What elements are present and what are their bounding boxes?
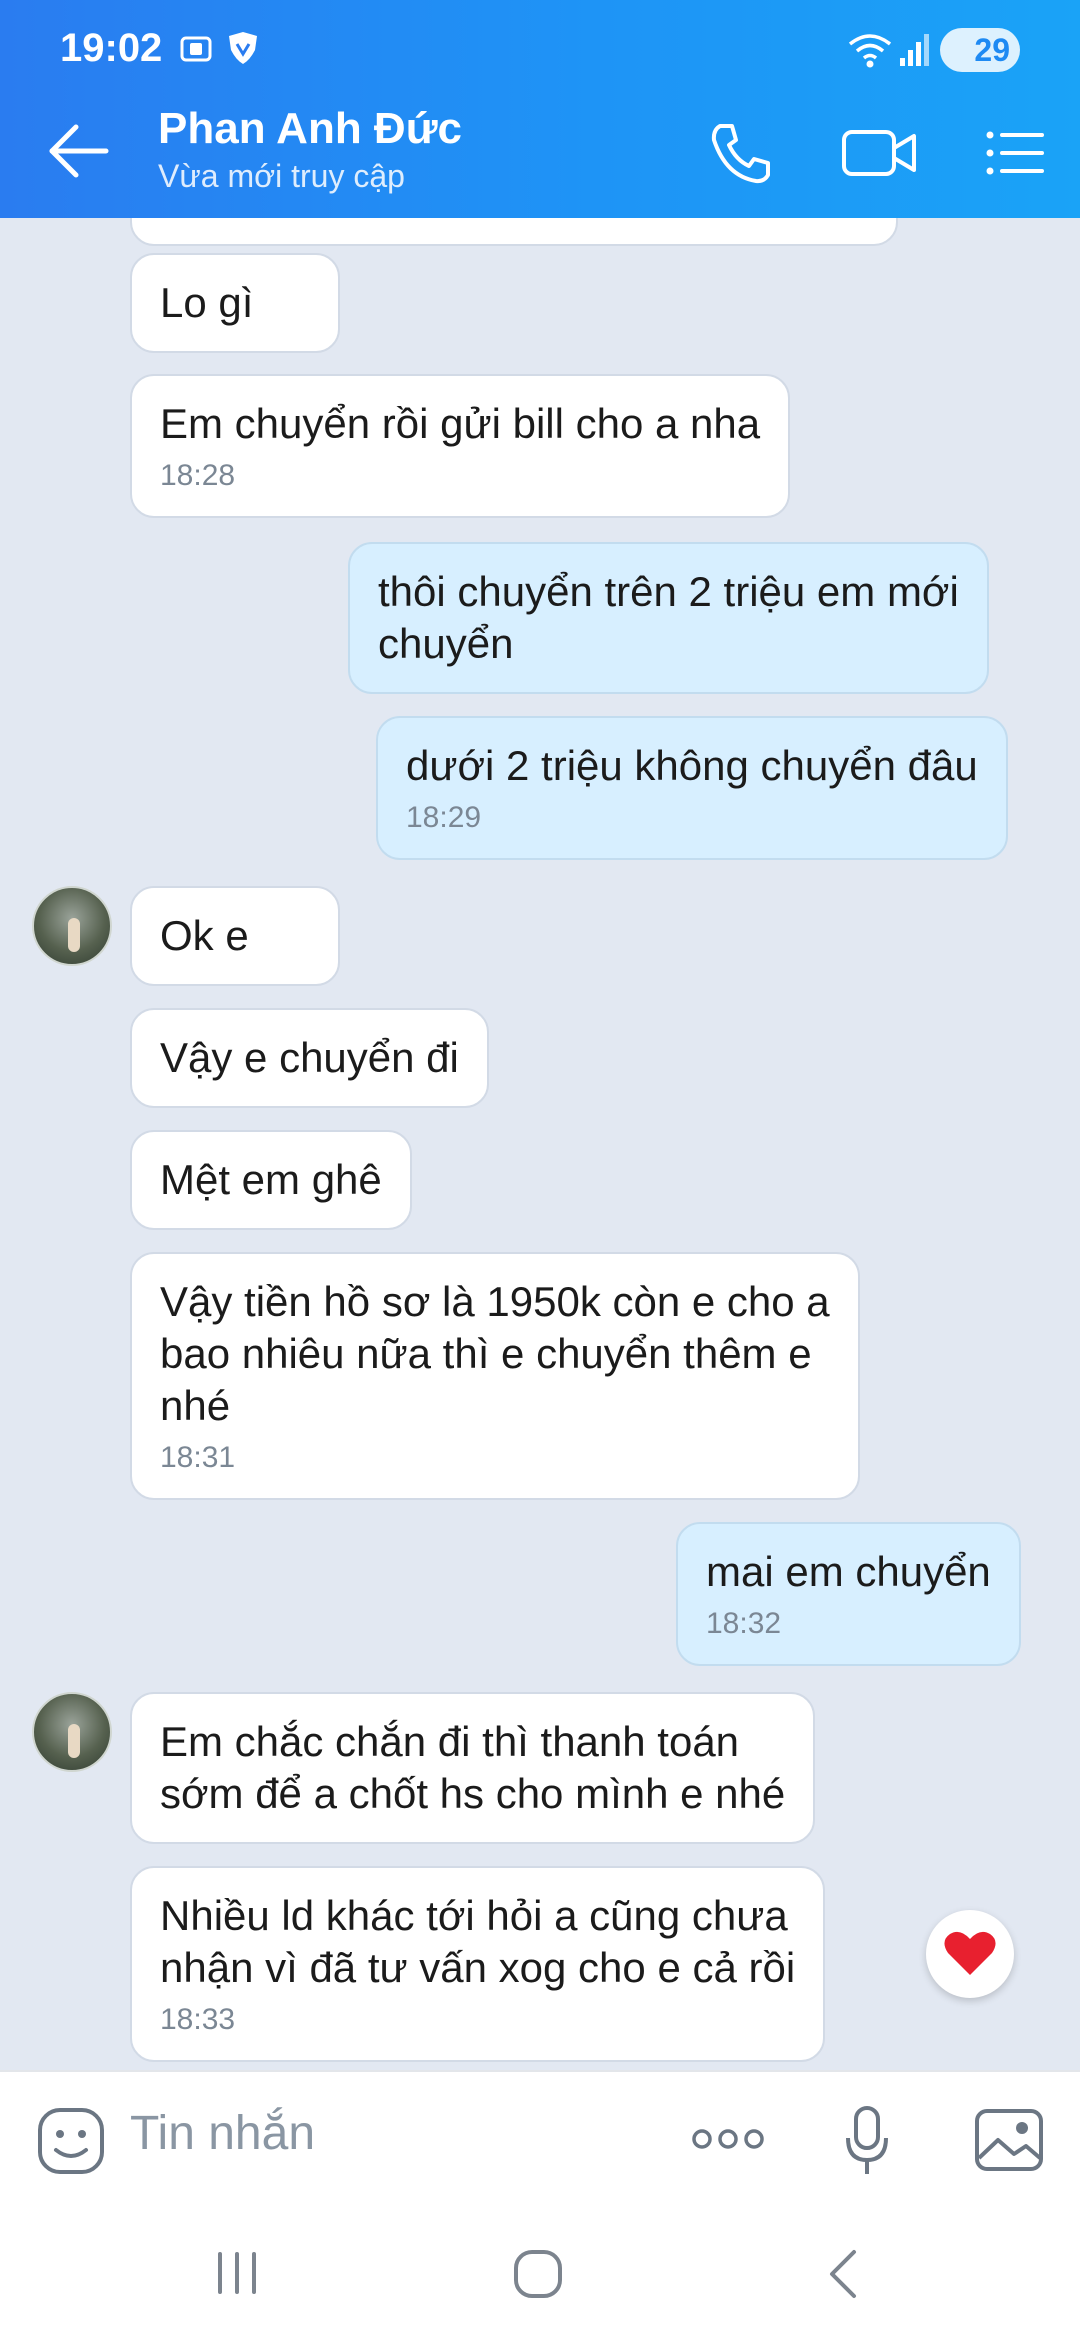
screenshot-icon xyxy=(178,30,214,71)
arrow-left-icon xyxy=(49,124,109,178)
message-list[interactable]: Lo gì Em chuyển rồi gửi bill cho a nha 1… xyxy=(0,218,1080,2070)
phone-icon xyxy=(711,124,770,184)
image-icon xyxy=(975,2109,1043,2171)
home-button[interactable] xyxy=(512,2248,564,2305)
message-bubble-partial[interactable] xyxy=(130,218,898,246)
message-time: 18:29 xyxy=(406,801,482,834)
status-time: 19:02 xyxy=(60,26,163,70)
message-bubble-incoming[interactable]: Vậy tiền hồ sơ là 1950k còn e cho a bao … xyxy=(130,1252,860,1500)
message-time: 18:31 xyxy=(160,1441,236,1474)
video-icon xyxy=(842,130,916,176)
message-input[interactable]: Tin nhắn xyxy=(130,2106,315,2161)
message-text: Vậy e chuyển đi xyxy=(160,1034,459,1081)
back-button[interactable] xyxy=(44,120,114,182)
sticker-button[interactable] xyxy=(36,2106,106,2181)
recent-apps-button[interactable] xyxy=(212,2248,262,2303)
message-bubble-outgoing[interactable]: mai em chuyển 18:32 xyxy=(676,1522,1021,1666)
message-bubble-incoming[interactable]: Em chắc chắn đi thì thanh toán sớm để a … xyxy=(130,1692,816,1844)
message-bubble-incoming[interactable]: Lo gì xyxy=(130,253,340,353)
message-bubble-incoming[interactable]: Nhiều ld khác tới hỏi a cũng chưa nhận v… xyxy=(130,1866,826,2062)
message-text: thôi chuyển trên 2 triệu em mới chuyển xyxy=(378,568,959,667)
message-input-bar: Tin nhắn xyxy=(0,2070,1080,2210)
system-back-button[interactable] xyxy=(822,2248,862,2305)
message-text: Vậy tiền hồ sơ là 1950k còn e cho a bao … xyxy=(160,1278,830,1429)
message-text: mai em chuyển xyxy=(706,1548,991,1595)
message-text: Nhiều ld khác tới hỏi a cũng chưa nhận v… xyxy=(160,1892,796,1991)
message-text: Mệt em ghê xyxy=(160,1156,382,1203)
list-menu-icon xyxy=(986,131,1044,175)
chevron-left-icon xyxy=(830,2250,856,2298)
avatar[interactable] xyxy=(32,1692,112,1772)
more-options-button[interactable] xyxy=(690,2124,766,2159)
message-bubble-incoming[interactable]: Ok e xyxy=(130,886,340,986)
react-heart-button[interactable] xyxy=(926,1910,1014,1998)
gallery-button[interactable] xyxy=(974,2108,1044,2177)
contact-name[interactable]: Phan Anh Đức xyxy=(158,104,462,154)
message-time: 18:33 xyxy=(160,2003,236,2036)
avatar[interactable] xyxy=(32,886,112,966)
shield-icon xyxy=(226,30,260,71)
battery-indicator: 29 xyxy=(940,28,1020,72)
more-dots-icon xyxy=(692,2129,764,2149)
contact-status: Vừa mới truy cập xyxy=(158,158,405,194)
sticker-icon xyxy=(38,2108,104,2174)
menu-button[interactable] xyxy=(980,118,1060,188)
message-bubble-outgoing[interactable]: dưới 2 triệu không chuyển đâu 18:29 xyxy=(376,716,1008,860)
message-time: 18:28 xyxy=(160,459,236,492)
heart-icon xyxy=(944,1931,996,1975)
chat-screen: 19:02 29 Phan Anh Đức Vừa mới truy cập L… xyxy=(0,0,1080,2340)
wifi-icon xyxy=(846,30,894,75)
message-text: Lo gì xyxy=(160,279,254,326)
message-bubble-incoming[interactable]: Vậy e chuyển đi xyxy=(130,1008,489,1108)
message-bubble-outgoing[interactable]: thôi chuyển trên 2 triệu em mới chuyển xyxy=(348,542,989,694)
message-time: 18:32 xyxy=(706,1607,782,1640)
message-text: Ok e xyxy=(160,912,249,959)
signal-icon xyxy=(898,30,934,75)
call-button[interactable] xyxy=(706,118,786,188)
recents-icon xyxy=(218,2252,256,2294)
message-text: dưới 2 triệu không chuyển đâu xyxy=(406,742,978,789)
chat-header: 19:02 29 Phan Anh Đức Vừa mới truy cập xyxy=(0,0,1080,218)
message-text: Em chuyển rồi gửi bill cho a nha xyxy=(160,400,761,447)
voice-button[interactable] xyxy=(842,2104,892,2183)
message-bubble-incoming[interactable]: Em chuyển rồi gửi bill cho a nha 18:28 xyxy=(130,374,791,518)
message-bubble-incoming[interactable]: Mệt em ghê xyxy=(130,1130,412,1230)
microphone-icon xyxy=(846,2106,888,2174)
video-call-button[interactable] xyxy=(840,118,920,188)
message-text: Em chắc chắn đi thì thanh toán sớm để a … xyxy=(160,1718,786,1817)
system-navigation-bar xyxy=(0,2210,1080,2340)
home-icon xyxy=(514,2250,562,2298)
